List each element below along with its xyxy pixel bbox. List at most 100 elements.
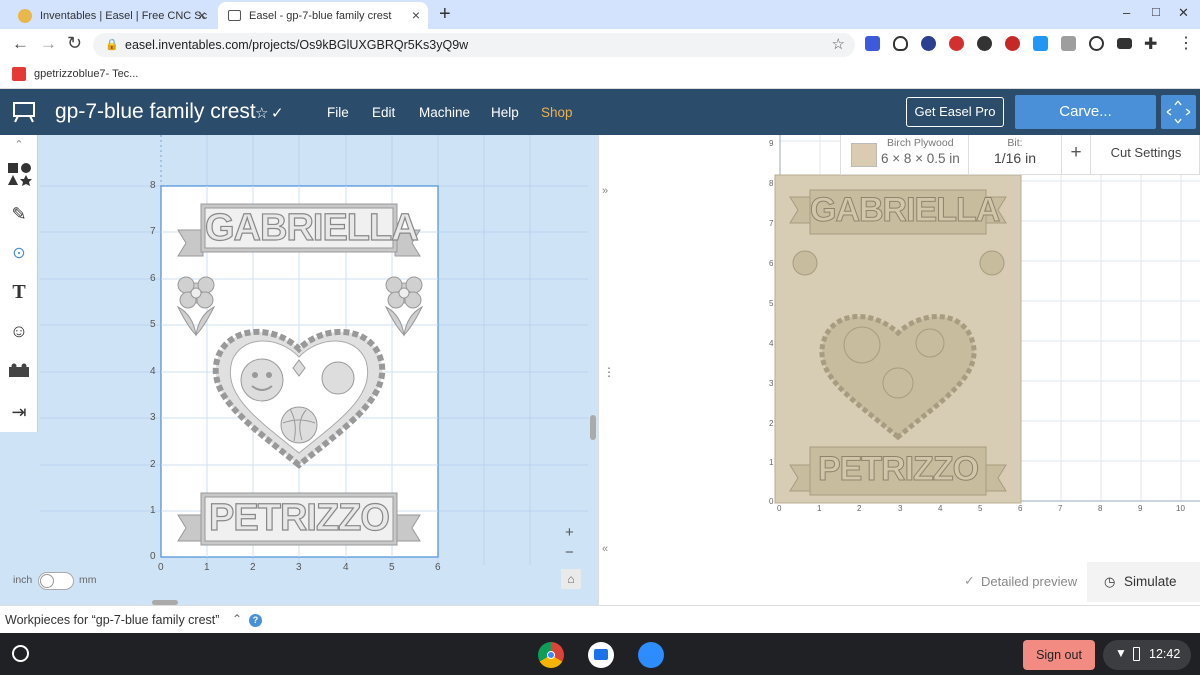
unit-toggle[interactable]: [38, 572, 74, 590]
target-icon[interactable]: ⊙: [0, 234, 38, 272]
zoom-out-button[interactable]: −: [565, 544, 574, 561]
reload-icon[interactable]: ↻: [67, 33, 82, 54]
zoom-in-button[interactable]: +: [565, 524, 574, 541]
cube-extension-icon[interactable]: [1061, 36, 1076, 51]
bit-selector[interactable]: Bit: 1/16 in: [969, 135, 1062, 175]
y-tick: 8: [150, 180, 156, 191]
help-icon[interactable]: ?: [249, 614, 262, 627]
collapse-rail-icon[interactable]: ⌃: [0, 135, 38, 153]
menu-help[interactable]: Help: [491, 105, 519, 120]
material-bar: Birch Plywood 6 × 8 × 0.5 in Bit: 1/16 i…: [840, 135, 1200, 175]
bookmark-link[interactable]: gpetrizzoblue7- Tec...: [34, 68, 138, 80]
minimize-button[interactable]: –: [1123, 5, 1130, 20]
lock-icon: 🔒: [105, 39, 119, 51]
project-title[interactable]: gp-7-blue family crest: [55, 100, 256, 124]
close-window-button[interactable]: ✕: [1178, 5, 1189, 21]
shapes-icon[interactable]: [0, 155, 38, 193]
y-tick: 0: [769, 497, 774, 506]
new-tab-button[interactable]: +: [439, 3, 451, 26]
cut-settings-button[interactable]: Cut Settings: [1091, 135, 1200, 175]
maximize-button[interactable]: □: [1152, 4, 1160, 19]
forward-icon[interactable]: →: [40, 34, 57, 54]
status-tray[interactable]: ▼ 12:42: [1103, 640, 1191, 670]
expand-right-icon[interactable]: »: [602, 185, 608, 197]
menu-machine[interactable]: Machine: [419, 105, 470, 120]
screenshot-extension-icon[interactable]: [1033, 36, 1048, 51]
menu-file[interactable]: File: [327, 105, 349, 120]
tool-rail: ⌃ ✎ ⊙ T ☺ ⇥: [0, 135, 38, 432]
workpieces-title[interactable]: Workpieces for “gp-7-blue family crest”: [5, 613, 219, 627]
material-name: Birch Plywood: [887, 137, 954, 149]
puzzle-dark-extension-icon[interactable]: [977, 36, 992, 51]
sign-out-button[interactable]: Sign out: [1023, 640, 1095, 670]
vertical-scrollbar[interactable]: [590, 415, 596, 440]
pane-divider[interactable]: » ⋮ «: [598, 135, 615, 605]
detailed-preview-button[interactable]: Detailed preview: [981, 574, 1077, 589]
design-bottom-name[interactable]: PETRIZZO: [205, 496, 393, 540]
menu-shop[interactable]: Shop: [541, 105, 573, 120]
browser-menu-icon[interactable]: ⋮: [1178, 33, 1194, 53]
check-icon: ✓: [964, 573, 975, 588]
add-bit-button[interactable]: +: [1062, 135, 1091, 175]
material-selector[interactable]: Birch Plywood 6 × 8 × 0.5 in: [841, 135, 969, 175]
extension-k-icon[interactable]: [921, 36, 936, 51]
fullscreen-button[interactable]: [1161, 95, 1196, 129]
x-tick: 7: [1058, 504, 1063, 513]
address-bar[interactable]: 🔒 easel.inventables.com/projects/Os9kBGl…: [93, 33, 855, 57]
favorite-star-icon[interactable]: ☆: [255, 104, 268, 122]
tab-title: Easel - gp-7-blue family crest: [249, 9, 392, 22]
import-icon[interactable]: ⇥: [0, 393, 38, 431]
toggle-knob: [40, 574, 54, 588]
bookmark-star-icon[interactable]: ☆: [832, 33, 845, 57]
simulate-label: Simulate: [1124, 574, 1177, 589]
bit-size: 1/16 in: [993, 150, 1037, 166]
preview-bottom-name: PETRIZZO: [817, 450, 979, 489]
extension-c-icon[interactable]: [865, 36, 880, 51]
shield-extension-icon[interactable]: [893, 36, 908, 51]
bookmark-favicon-icon: [12, 67, 26, 81]
y-tick: 7: [769, 219, 774, 228]
text-icon[interactable]: T: [0, 273, 38, 311]
tab-easel[interactable]: Easel - gp-7-blue family crest ×: [218, 2, 428, 29]
apps-icon[interactable]: [0, 351, 38, 389]
cast-icon[interactable]: [1117, 38, 1132, 49]
home-icon[interactable]: ⌂: [561, 569, 581, 589]
expand-up-icon[interactable]: ⌃: [232, 612, 242, 626]
workpieces-bar[interactable]: Workpieces for “gp-7-blue family crest” …: [0, 605, 1200, 633]
get-easel-pro-button[interactable]: Get Easel Pro: [906, 97, 1004, 127]
carve-button[interactable]: Carve...: [1015, 95, 1156, 129]
close-tab-icon[interactable]: ×: [198, 7, 206, 23]
menu-edit[interactable]: Edit: [372, 105, 395, 120]
x-tick: 3: [898, 504, 903, 513]
x-tick: 5: [389, 562, 395, 573]
app-header: gp-7-blue family crest ☆ ✓ File Edit Mac…: [0, 89, 1200, 135]
x-tick: 4: [938, 504, 943, 513]
extensions-puzzle-icon[interactable]: ✚: [1144, 34, 1157, 54]
x-tick: 3: [296, 562, 302, 573]
carve-preview[interactable]: GABRIELLA PETRIZZO 9 8 7 6 5 4 3 2 1 0 0…: [612, 135, 1200, 605]
design-top-name[interactable]: GABRIELLA: [204, 206, 419, 250]
record-extension-icon[interactable]: [1005, 36, 1020, 51]
y-tick: 9: [769, 139, 774, 148]
easel-logo-icon[interactable]: [12, 101, 36, 123]
y-tick: 0: [150, 551, 156, 562]
tab-inventables[interactable]: Inventables | Easel | Free CNC Sc ×: [8, 2, 214, 29]
v-extension-icon[interactable]: [1089, 36, 1104, 51]
expand-left-icon[interactable]: «: [602, 543, 608, 555]
saved-check-icon: ✓: [271, 105, 284, 122]
x-tick: 6: [1018, 504, 1023, 513]
y-tick: 8: [769, 179, 774, 188]
close-tab-icon[interactable]: ×: [412, 7, 420, 23]
os-shelf: Sign out ▼ 12:42: [0, 633, 1200, 675]
stop-extension-icon[interactable]: [949, 36, 964, 51]
simulate-button[interactable]: ◷ Simulate: [1087, 562, 1200, 602]
y-tick: 6: [150, 273, 156, 284]
back-icon[interactable]: ←: [12, 34, 29, 54]
pen-icon[interactable]: ✎: [0, 195, 38, 233]
tab-title: Inventables | Easel | Free CNC Sc: [40, 9, 208, 22]
design-canvas[interactable]: GABRIELLA PETRIZZO 8 7 6 5 4 3 2 1 0 0 1…: [0, 135, 598, 605]
x-tick: 8: [1098, 504, 1103, 513]
launcher-icon[interactable]: [12, 645, 29, 662]
zoom-app-icon[interactable]: [638, 642, 664, 668]
smiley-icon[interactable]: ☺: [0, 312, 38, 350]
